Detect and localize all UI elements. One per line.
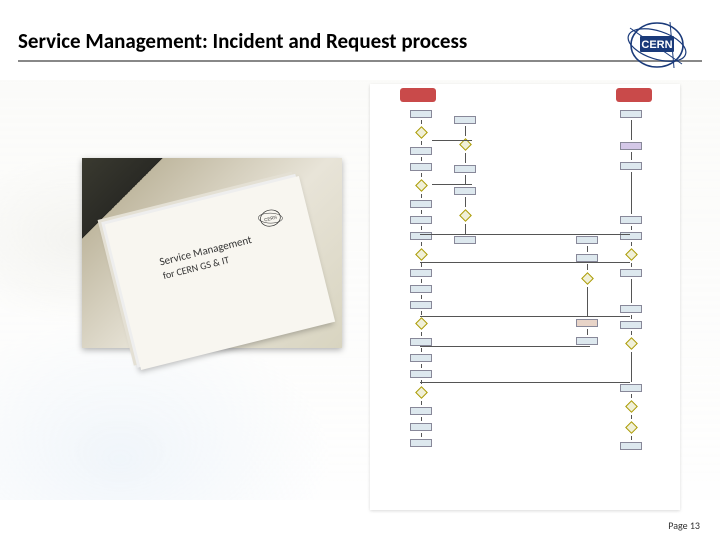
flowchart-left-branch: [450, 114, 480, 246]
page-number: 13: [690, 519, 700, 532]
logo-text: CERN: [641, 39, 672, 51]
flowchart-right-column: [616, 108, 646, 452]
flow-connector: [420, 346, 590, 347]
flow-connector: [420, 262, 630, 263]
page-label: Page: [668, 519, 687, 532]
svg-text:CERN: CERN: [264, 215, 278, 223]
slide-content: CERN Service Management for CERN GS & IT: [0, 90, 720, 510]
document-title-text: Service Management for CERN GS & IT: [158, 233, 256, 282]
flow-connector: [432, 140, 472, 141]
process-flowchart: [370, 84, 680, 510]
cern-logo-icon: CERN: [622, 20, 692, 70]
flowchart-header-right: [616, 88, 652, 102]
document-photo: CERN Service Management for CERN GS & IT: [82, 158, 342, 348]
flow-connector: [420, 316, 630, 317]
flow-connector: [420, 382, 630, 383]
slide-header: Service Management: Incident and Request…: [18, 28, 702, 62]
flowchart-right-branch: [572, 234, 602, 347]
flowchart-left-column: [406, 108, 436, 449]
page-footer: Page 13: [668, 519, 700, 532]
flow-connector: [432, 184, 472, 185]
slide-title: Service Management: Incident and Request…: [18, 28, 467, 54]
doc-cern-logo-icon: CERN: [255, 205, 286, 236]
flow-connector: [420, 234, 630, 235]
slide: Service Management: Incident and Request…: [0, 0, 720, 540]
flowchart-header-left: [400, 88, 436, 102]
